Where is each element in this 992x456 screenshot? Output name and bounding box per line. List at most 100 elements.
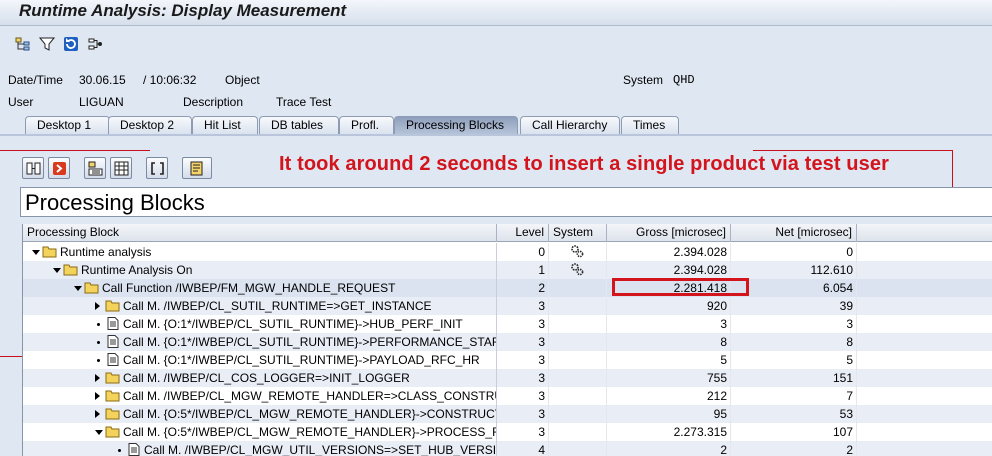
highlight-box (612, 278, 749, 296)
description-label: Description (183, 95, 244, 109)
window-title: Runtime Analysis: Display Measurement (19, 1, 347, 20)
system-cell (549, 261, 607, 279)
net-cell: 107 (731, 423, 857, 441)
column-header-processing-block[interactable]: Processing Block (23, 224, 497, 242)
collapse-all-icon[interactable] (48, 157, 70, 179)
table-header: Processing Block Level System Gross [mic… (23, 224, 992, 242)
tab-profl[interactable]: Profl. (339, 116, 394, 135)
tab-hit-list[interactable]: Hit List (192, 116, 258, 135)
expanded-node-icon[interactable] (32, 250, 40, 255)
folder-icon (63, 263, 78, 276)
table-row[interactable]: Call M. {O:1*/IWBEP/CL_SUTIL_RUNTIME}->H… (23, 315, 992, 333)
level-cell: 3 (497, 423, 549, 441)
tab-desktop-2[interactable]: Desktop 2 (108, 116, 192, 135)
application-toolbar (0, 26, 992, 64)
gross-cell: 755 (607, 369, 731, 387)
tab-processing-blocks[interactable]: Processing Blocks (394, 116, 518, 135)
table-row[interactable]: Runtime analysis 0 2.394.028 0 (23, 243, 992, 261)
table-row[interactable]: Call Function /IWBEP/FM_MGW_HANDLE_REQUE… (23, 279, 992, 297)
table-view-icon[interactable] (110, 157, 132, 179)
level-cell: 3 (497, 297, 549, 315)
folder-icon (105, 299, 120, 312)
collapsed-node-icon[interactable] (95, 410, 100, 418)
table-row[interactable]: Call M. /IWBEP/CL_COS_LOGGER=>INIT_LOGGE… (23, 369, 992, 387)
layout-icon[interactable] (84, 157, 106, 179)
system-cell (549, 405, 607, 423)
net-cell: 53 (731, 405, 857, 423)
folder-icon (84, 281, 99, 294)
system-label: System (623, 73, 664, 87)
hierarchy-icon[interactable] (14, 35, 32, 53)
processing-block-name: Call M. {O:5*/IWBEP/CL_MGW_REMOTE_HANDLE… (123, 407, 497, 421)
expanded-node-icon[interactable] (95, 430, 103, 435)
processing-block-cell: Call M. {O:5*/IWBEP/CL_MGW_REMOTE_HANDLE… (23, 405, 497, 423)
folder-icon (42, 245, 57, 258)
tab-strip-base (0, 134, 992, 136)
level-cell: 3 (497, 405, 549, 423)
filter-icon[interactable] (38, 35, 56, 53)
folder-icon (105, 389, 120, 402)
table-row[interactable]: Call M. /IWBEP/CL_MGW_UTIL_VERSIONS=>SET… (23, 441, 992, 456)
column-header-level[interactable]: Level (497, 224, 549, 242)
table-row[interactable]: Call M. {O:5*/IWBEP/CL_MGW_REMOTE_HANDLE… (23, 423, 992, 441)
table-row[interactable]: Call M. {O:1*/IWBEP/CL_SUTIL_RUNTIME}->P… (23, 333, 992, 351)
level-cell: 4 (497, 441, 549, 456)
net-cell: 5 (731, 351, 857, 369)
expanded-node-icon[interactable] (53, 268, 61, 273)
gross-cell: 2 (607, 441, 731, 456)
folder-icon (105, 425, 120, 438)
date-value: 30.06.15 (79, 73, 126, 87)
table-row[interactable]: Call M. /IWBEP/CL_SUTIL_RUNTIME=>GET_INS… (23, 297, 992, 315)
collapsed-node-icon[interactable] (95, 302, 100, 310)
table-row[interactable]: Call M. /IWBEP/CL_MGW_REMOTE_HANDLER=>CL… (23, 387, 992, 405)
net-cell: 151 (731, 369, 857, 387)
folder-icon (105, 371, 120, 384)
tab-times[interactable]: Times (621, 116, 679, 135)
system-value: QHD (673, 73, 695, 87)
document-icon (105, 335, 120, 348)
level-cell: 0 (497, 243, 549, 261)
table-row[interactable]: Runtime Analysis On 1 2.394.028 112.610 (23, 261, 992, 279)
processing-block-cell: Call M. {O:1*/IWBEP/CL_SUTIL_RUNTIME}->H… (23, 315, 497, 333)
document-icon (126, 443, 141, 456)
processing-block-name: Runtime analysis (60, 245, 152, 259)
tab-strip: Desktop 1 Desktop 2 Hit List DB tables P… (0, 115, 992, 135)
processing-block-name: Call M. {O:1*/IWBEP/CL_SUTIL_RUNTIME}->H… (123, 317, 463, 331)
user-label: User (8, 95, 34, 109)
gross-cell: 920 (607, 297, 731, 315)
expand-all-icon[interactable] (22, 157, 44, 179)
processing-block-name: Call M. {O:1*/IWBEP/CL_SUTIL_RUNTIME}->P… (123, 335, 497, 349)
tab-call-hierarchy[interactable]: Call Hierarchy (520, 116, 620, 135)
gross-cell: 2.273.315 (607, 423, 731, 441)
column-header-system[interactable]: System (549, 224, 607, 242)
processing-block-name: Call M. /IWBEP/CL_MGW_UTIL_VERSIONS=>SET… (144, 443, 497, 456)
processing-block-name: Call M. /IWBEP/CL_COS_LOGGER=>INIT_LOGGE… (123, 371, 410, 385)
annotation-line-right-vertical-top (952, 150, 953, 190)
processing-block-cell: Call M. /IWBEP/CL_MGW_UTIL_VERSIONS=>SET… (23, 441, 497, 456)
leaf-bullet-icon (97, 323, 100, 326)
column-header-gross[interactable]: Gross [microsec] (607, 224, 731, 242)
tab-db-tables[interactable]: DB tables (259, 116, 339, 135)
collapsed-node-icon[interactable] (95, 374, 100, 382)
table-row[interactable]: Call M. {O:1*/IWBEP/CL_SUTIL_RUNTIME}->P… (23, 351, 992, 369)
tab-desktop-1[interactable]: Desktop 1 (25, 116, 110, 135)
system-cell (549, 279, 607, 297)
processing-block-cell: Call M. /IWBEP/CL_COS_LOGGER=>INIT_LOGGE… (23, 369, 497, 387)
time-value: / 10:06:32 (143, 73, 197, 87)
settings-icon[interactable] (86, 35, 104, 53)
level-cell: 3 (497, 369, 549, 387)
processing-block-name: Call M. {O:1*/IWBEP/CL_SUTIL_RUNTIME}->P… (123, 353, 480, 367)
leaf-bullet-icon (97, 359, 100, 362)
expanded-node-icon[interactable] (74, 286, 82, 291)
table-row[interactable]: Call M. {O:5*/IWBEP/CL_MGW_REMOTE_HANDLE… (23, 405, 992, 423)
refresh-icon[interactable] (62, 35, 80, 53)
collapsed-node-icon[interactable] (95, 392, 100, 400)
column-header-net[interactable]: Net [microsec] (731, 224, 857, 242)
section-title: Processing Blocks (25, 190, 205, 215)
bracket-icon[interactable] (146, 157, 168, 179)
gear-icon (570, 244, 586, 260)
level-cell: 2 (497, 279, 549, 297)
export-dropdown-icon[interactable] (182, 157, 212, 179)
gross-cell: 212 (607, 387, 731, 405)
system-cell (549, 351, 607, 369)
